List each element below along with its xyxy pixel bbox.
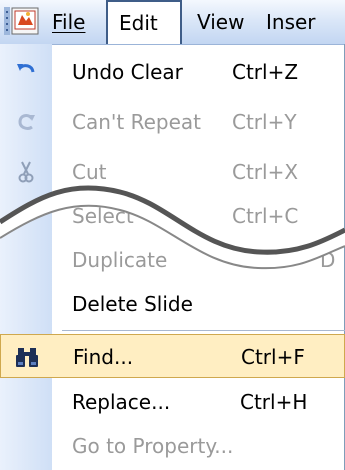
menu-item-shortcut: Ctrl+H — [240, 390, 308, 414]
menu-item-label: Find... — [73, 345, 134, 369]
menu-separator — [62, 330, 345, 331]
menu-view[interactable]: View — [197, 0, 244, 44]
menu-file-label: File — [52, 10, 86, 34]
menu-edit-label: Edit — [119, 11, 158, 35]
binoculars-icon — [16, 348, 38, 367]
redo-icon — [18, 114, 35, 130]
menu-item-label: Undo Clear — [72, 60, 183, 84]
menu-item-replace[interactable]: Replace... Ctrl+H — [0, 380, 345, 424]
menu-view-label: View — [197, 10, 245, 34]
menu-item-label: Replace... — [72, 390, 171, 414]
menu-bar: File Edit View Inser — [0, 0, 345, 45]
menu-item-shortcut: Ctrl+Y — [232, 110, 297, 134]
menu-item-label: Delete Slide — [72, 292, 193, 316]
menu-insert[interactable]: Inser — [266, 0, 316, 44]
menu-item-undo-clear[interactable]: Undo Clear Ctrl+Z — [0, 50, 345, 94]
menu-insert-label: Inser — [266, 10, 316, 34]
menu-item-shortcut: Ctrl+Z — [232, 60, 299, 84]
menu-item-shortcut: Ctrl+F — [241, 345, 305, 369]
menu-item-label: Go to Property... — [72, 434, 234, 458]
undo-icon — [17, 64, 35, 73]
powerpoint-app-icon[interactable] — [4, 5, 40, 37]
menu-item-cant-repeat: Can't Repeat Ctrl+Y — [0, 100, 345, 144]
menu-item-go-to-property: Go to Property... — [0, 424, 345, 468]
menu-file[interactable]: File — [52, 0, 85, 44]
menu-item-delete-slide[interactable]: Delete Slide — [0, 282, 345, 326]
menu-item-label: Can't Repeat — [72, 110, 201, 134]
menu-edit[interactable]: Edit — [106, 0, 182, 44]
wave-break-overlay — [0, 185, 345, 270]
menu-item-find[interactable]: Find... Ctrl+F — [0, 334, 345, 378]
